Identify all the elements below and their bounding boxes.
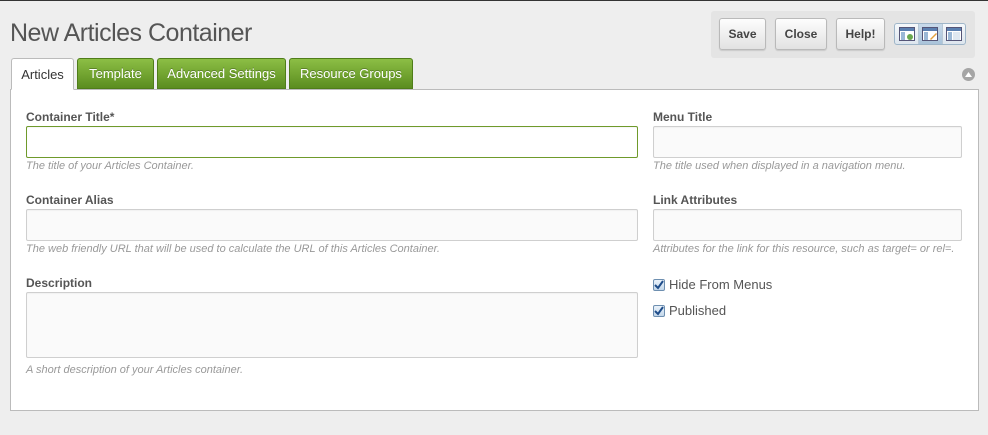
link-attributes-help: Attributes for the link for this resourc… <box>653 243 955 255</box>
container-alias-help: The web friendly URL that will be used t… <box>26 243 440 255</box>
action-bar: Save Close Help! <box>711 11 975 58</box>
published-row: Published <box>653 303 726 318</box>
hide-from-menus-row: Hide From Menus <box>653 277 772 292</box>
container-alias-label: Container Alias <box>26 193 114 207</box>
checkmark-icon <box>654 305 664 316</box>
hide-from-menus-checkbox[interactable] <box>653 278 665 291</box>
close-button[interactable]: Close <box>775 18 827 50</box>
tab-resource-groups[interactable]: Resource Groups <box>289 58 413 89</box>
layout-left-icon[interactable] <box>895 24 918 44</box>
layout-edit-icon[interactable] <box>918 24 942 44</box>
published-checkbox[interactable] <box>653 304 665 317</box>
description-label: Description <box>26 276 93 290</box>
published-label: Published <box>669 303 727 318</box>
checkmark-icon <box>654 279 664 290</box>
link-attributes-input[interactable] <box>653 209 962 241</box>
menu-title-help: The title used when displayed in a navig… <box>653 160 906 172</box>
collapse-icon[interactable] <box>962 68 975 81</box>
tab-articles[interactable]: Articles <box>11 58 74 90</box>
container-title-input[interactable] <box>26 126 638 158</box>
menu-title-label: Menu Title <box>653 110 713 124</box>
form-panel: Container Title* The title of your Artic… <box>10 89 979 411</box>
menu-title-input[interactable] <box>653 126 962 158</box>
description-textarea[interactable] <box>26 292 638 358</box>
layout-top-icon[interactable] <box>941 24 965 44</box>
help-button[interactable]: Help! <box>836 18 885 50</box>
tab-template[interactable]: Template <box>77 58 154 89</box>
save-button[interactable]: Save <box>719 18 766 50</box>
link-attributes-label: Link Attributes <box>653 193 738 207</box>
description-help: A short description of your Articles con… <box>26 364 244 376</box>
container-title-help: The title of your Articles Container. <box>26 160 194 172</box>
tab-advanced-settings[interactable]: Advanced Settings <box>157 58 286 89</box>
page-title: New Articles Container <box>10 19 252 47</box>
container-alias-input[interactable] <box>26 209 638 241</box>
hide-from-menus-label: Hide From Menus <box>669 277 773 292</box>
container-title-label: Container Title* <box>26 110 115 124</box>
layout-switcher <box>894 23 966 45</box>
